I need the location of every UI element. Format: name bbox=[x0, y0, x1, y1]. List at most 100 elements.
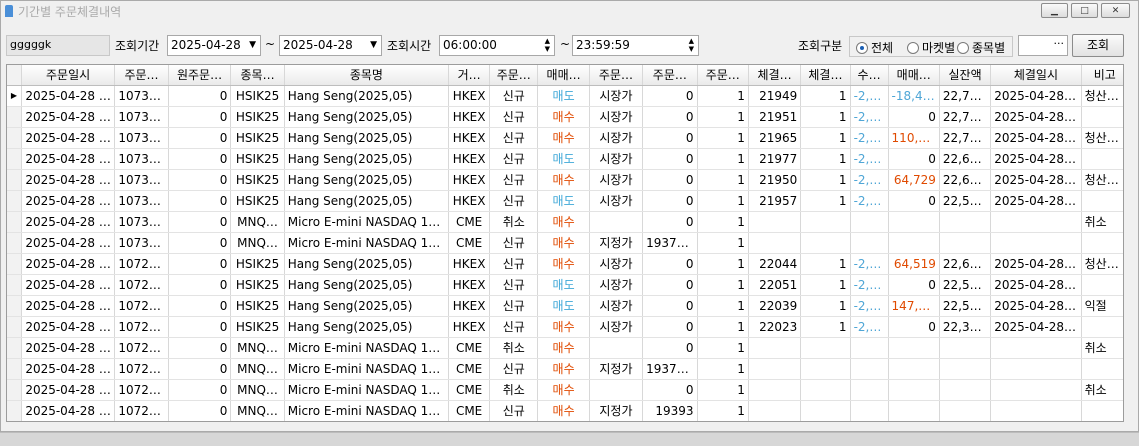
table-cell[interactable]: 0 bbox=[642, 337, 698, 359]
table-cell[interactable]: 매도 bbox=[537, 85, 590, 107]
table-cell[interactable]: 0 bbox=[168, 127, 232, 149]
radio-all[interactable]: 전체 bbox=[856, 39, 893, 56]
table-row[interactable]: ▶ 2025-04-28 … 1073663 0 HSIK25 Hang Seng(202… bbox=[7, 85, 1123, 107]
table-cell[interactable] bbox=[800, 337, 851, 359]
table-cell[interactable]: 2025-04-28 … bbox=[21, 211, 116, 233]
table-cell[interactable]: 신규 bbox=[489, 295, 539, 317]
table-cell[interactable]: 22,59… bbox=[939, 190, 992, 212]
table-cell[interactable]: 매도 bbox=[537, 295, 590, 317]
table-cell[interactable]: 취소 bbox=[489, 379, 539, 401]
table-cell[interactable]: 2025-04-28 … bbox=[21, 358, 116, 380]
table-cell[interactable]: 신규 bbox=[489, 232, 539, 254]
table-cell[interactable]: 매도 bbox=[537, 190, 590, 212]
table-cell[interactable]: 1073318 bbox=[114, 232, 169, 254]
table-cell[interactable] bbox=[589, 337, 644, 359]
table-cell[interactable]: 1 bbox=[800, 106, 851, 128]
table-cell[interactable]: 1 bbox=[697, 337, 749, 359]
table-row[interactable]: 2025-04-28 … 1073643 0 HSIK25 Hang Seng(2025… bbox=[7, 148, 1123, 170]
table-row[interactable]: 2025-04-28 … 1072795 0 MNQ… Micro E-mini NAS… bbox=[7, 400, 1123, 421]
table-cell[interactable]: 2025-04-28 … bbox=[990, 295, 1082, 317]
table-cell[interactable]: 취소 bbox=[1081, 337, 1123, 359]
table-cell[interactable]: 22,76… bbox=[939, 127, 992, 149]
table-cell[interactable]: 22051 bbox=[748, 274, 802, 296]
account-field[interactable]: gggggk bbox=[6, 35, 110, 56]
table-cell[interactable]: Hang Seng(2025,05) bbox=[284, 316, 450, 338]
column-header[interactable]: 체결… bbox=[748, 65, 802, 86]
table-cell[interactable]: 신규 bbox=[489, 253, 539, 275]
column-header[interactable]: 종목… bbox=[230, 65, 285, 86]
table-cell[interactable] bbox=[748, 211, 802, 233]
table-cell[interactable]: MNQ… bbox=[230, 358, 285, 380]
column-header[interactable]: 수… bbox=[850, 65, 889, 86]
table-cell[interactable]: 2025-04-28 … bbox=[21, 400, 116, 421]
table-cell[interactable]: HKEX bbox=[448, 295, 491, 317]
column-header[interactable]: 원주문… bbox=[168, 65, 232, 86]
table-cell[interactable]: 1072795 bbox=[114, 379, 169, 401]
table-row[interactable]: 2025-04-28 … 1073318 0 MNQ… Micro E-mini NAS… bbox=[7, 232, 1123, 254]
column-header[interactable]: 비고 bbox=[1081, 65, 1123, 86]
table-cell[interactable]: 1 bbox=[697, 379, 749, 401]
date-to-select[interactable]: 2025-04-28 ▼ bbox=[279, 35, 382, 56]
table-cell[interactable]: 2025-04-28 … bbox=[21, 190, 116, 212]
table-cell[interactable]: 1073643 bbox=[114, 148, 169, 170]
table-cell[interactable]: 0 bbox=[888, 148, 940, 170]
table-cell[interactable]: 1072928 bbox=[114, 274, 169, 296]
table-cell[interactable]: 시장가 bbox=[589, 190, 644, 212]
table-cell[interactable]: HSIK25 bbox=[230, 190, 285, 212]
table-cell[interactable]: 0 bbox=[168, 316, 232, 338]
table-cell[interactable]: 매수 bbox=[537, 253, 590, 275]
table-cell[interactable]: 19393 bbox=[642, 400, 698, 421]
table-cell[interactable] bbox=[939, 337, 992, 359]
close-button[interactable]: ✕ bbox=[1101, 3, 1130, 18]
table-cell[interactable] bbox=[800, 379, 851, 401]
table-cell[interactable] bbox=[990, 379, 1082, 401]
table-cell[interactable]: 시장가 bbox=[589, 274, 644, 296]
table-cell[interactable] bbox=[800, 358, 851, 380]
table-cell[interactable]: 21965 bbox=[748, 127, 802, 149]
table-cell[interactable] bbox=[850, 358, 889, 380]
table-cell[interactable]: -2,869 bbox=[850, 106, 889, 128]
table-cell[interactable]: 0 bbox=[642, 379, 698, 401]
table-cell[interactable]: 21977 bbox=[748, 148, 802, 170]
table-cell[interactable]: 매수 bbox=[537, 316, 590, 338]
column-header[interactable]: 체결… bbox=[800, 65, 851, 86]
table-cell[interactable]: 신규 bbox=[489, 148, 539, 170]
table-cell[interactable]: Micro E-mini NASDAQ 1… bbox=[284, 337, 450, 359]
table-cell[interactable]: 22,39… bbox=[939, 316, 992, 338]
table-cell[interactable]: Hang Seng(2025,05) bbox=[284, 295, 450, 317]
table-cell[interactable]: CME bbox=[448, 337, 491, 359]
table-row[interactable]: 2025-04-28 … 1072795 0 MNQ… Micro E-mini NAS… bbox=[7, 379, 1123, 401]
table-cell[interactable]: 0 bbox=[642, 127, 698, 149]
table-cell[interactable]: 1 bbox=[697, 148, 749, 170]
table-cell[interactable]: CME bbox=[448, 379, 491, 401]
table-cell[interactable]: 1 bbox=[697, 232, 749, 254]
table-cell[interactable]: 1 bbox=[800, 85, 851, 107]
table-cell[interactable]: 신규 bbox=[489, 85, 539, 107]
table-cell[interactable]: 1072925 bbox=[114, 295, 169, 317]
table-cell[interactable]: 청산… bbox=[1081, 253, 1123, 275]
table-cell[interactable]: 22,54… bbox=[939, 295, 992, 317]
table-cell[interactable] bbox=[850, 211, 889, 233]
table-cell[interactable]: 21950 bbox=[748, 169, 802, 191]
table-cell[interactable] bbox=[850, 232, 889, 254]
table-cell[interactable]: 1073651 bbox=[114, 127, 169, 149]
table-cell[interactable]: 0 bbox=[642, 85, 698, 107]
table-cell[interactable]: 19376,5 bbox=[642, 358, 698, 380]
table-row[interactable]: 2025-04-28 … 1072937 0 HSIK25 Hang Seng(2025… bbox=[7, 253, 1123, 275]
table-row[interactable]: 2025-04-28 … 1073653 0 HSIK25 Hang Seng(2025… bbox=[7, 106, 1123, 128]
table-cell[interactable]: 0 bbox=[642, 295, 698, 317]
table-cell[interactable]: MNQ… bbox=[230, 211, 285, 233]
table-cell[interactable]: -2,860 bbox=[850, 274, 889, 296]
table-cell[interactable]: HSIK25 bbox=[230, 169, 285, 191]
table-cell[interactable]: 시장가 bbox=[589, 169, 644, 191]
table-cell[interactable]: 취소 bbox=[1081, 379, 1123, 401]
table-cell[interactable]: 0 bbox=[168, 106, 232, 128]
table-cell[interactable]: 시장가 bbox=[589, 106, 644, 128]
time-from-input[interactable]: 06:00:00 ▲ ▼ bbox=[439, 35, 555, 56]
table-cell[interactable]: 0 bbox=[168, 169, 232, 191]
column-header[interactable]: 체결일시 bbox=[990, 65, 1082, 86]
table-cell[interactable] bbox=[800, 232, 851, 254]
table-cell[interactable]: 1 bbox=[800, 295, 851, 317]
table-cell[interactable] bbox=[589, 379, 644, 401]
table-cell[interactable]: 청산… bbox=[1081, 127, 1123, 149]
